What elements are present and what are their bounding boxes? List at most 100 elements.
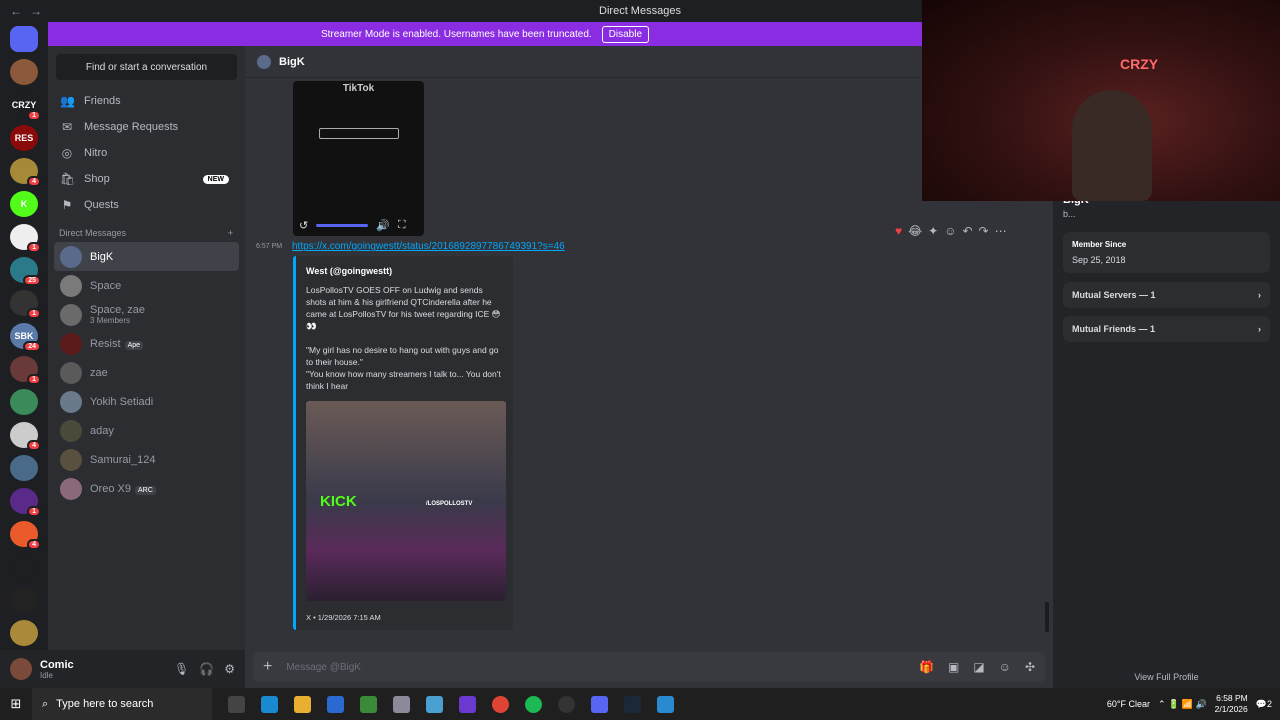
dm-item[interactable]: Yokih Setiadi <box>54 387 239 416</box>
calculator-icon[interactable] <box>360 695 377 713</box>
nav-quests[interactable]: ⚑ Quests <box>48 192 245 218</box>
dm-item[interactable]: BigK <box>54 242 239 271</box>
clock-time: 6:58 PM <box>1216 693 1248 703</box>
discord-icon[interactable] <box>591 695 608 713</box>
dm-item[interactable]: Samurai_124 <box>54 445 239 474</box>
forward-icon[interactable]: ↷ <box>979 224 989 238</box>
embed-image[interactable]: KICK /LOSPOLLOSTV <box>306 401 506 601</box>
dm-item[interactable]: aday <box>54 416 239 445</box>
heart-reaction-icon[interactable]: ♥ <box>895 224 902 238</box>
chrome-icon[interactable] <box>492 695 509 713</box>
mutual-servers-row[interactable]: Mutual Servers — 1 › <box>1063 282 1270 308</box>
gif-icon[interactable]: ▣ <box>948 660 959 674</box>
apps-icon[interactable]: ✣ <box>1025 660 1035 674</box>
spotify-icon[interactable] <box>525 695 542 713</box>
gift-icon[interactable]: 🎁 <box>919 660 934 674</box>
weather[interactable]: 60°F Clear <box>1107 699 1150 709</box>
add-attachment-icon[interactable]: + <box>263 658 272 676</box>
disable-button[interactable]: Disable <box>601 25 650 43</box>
tray-icons[interactable]: ⌃ 🔋 📶 🔊 <box>1158 699 1207 710</box>
app-icon[interactable] <box>426 695 443 713</box>
scrollbar[interactable] <box>1045 602 1049 632</box>
server-18-icon[interactable] <box>10 620 38 646</box>
dm-item[interactable]: Resist Ape <box>54 329 239 358</box>
embed-author[interactable]: West (@goingwestt) <box>306 266 503 276</box>
search-conversation-input[interactable]: Find or start a conversation <box>56 54 237 80</box>
view-full-profile-link[interactable]: View Full Profile <box>1053 672 1280 682</box>
app-icon[interactable] <box>558 695 575 713</box>
server-17-icon[interactable] <box>10 587 38 613</box>
avatar[interactable] <box>10 658 32 680</box>
avatar <box>60 332 82 355</box>
reply-icon[interactable]: ↶ <box>962 224 972 238</box>
app-icon[interactable] <box>327 695 344 713</box>
server-label: RES <box>14 133 34 143</box>
nav-friends[interactable]: 👥 Friends <box>48 88 245 114</box>
laugh-reaction-icon[interactable]: 😂 <box>908 224 922 238</box>
server-16-icon[interactable] <box>10 554 38 580</box>
message-link[interactable]: https://x.com/goingwestt/status/20168928… <box>292 241 565 252</box>
app-icon[interactable] <box>657 695 674 713</box>
dm-item[interactable]: Oreo X9 ARC <box>54 474 239 503</box>
gear-icon[interactable]: ⚙ <box>224 662 235 676</box>
add-reaction-icon[interactable]: ☺ <box>944 224 956 238</box>
server-14-icon[interactable]: 1 <box>10 488 41 517</box>
message-composer[interactable]: + Message @BigK 🎁 ▣ ◪ ☺ ✣ <box>253 652 1045 682</box>
replay-icon[interactable]: ↺ <box>299 219 308 232</box>
taskbar-search[interactable]: ⌕ Type here to search <box>32 688 212 720</box>
dm-name: Space, zae <box>90 304 146 316</box>
server-10-icon[interactable]: 1 <box>10 356 41 385</box>
dm-item[interactable]: Space <box>54 271 239 300</box>
server-4-icon[interactable]: 4 <box>10 158 41 187</box>
nav-icon: 🛍 <box>60 172 76 186</box>
microphone-icon[interactable]: 🎙 <box>174 662 189 676</box>
server-11-icon[interactable] <box>10 389 38 415</box>
windows-start-icon[interactable]: ⊞ <box>0 696 32 712</box>
message-input[interactable]: Message @BigK <box>286 662 361 673</box>
server-1-icon[interactable] <box>10 59 38 85</box>
emoji-icon[interactable]: ☺ <box>999 660 1011 674</box>
server-res-icon[interactable]: RES <box>10 125 38 151</box>
volume-icon[interactable]: 🔊 <box>376 219 390 232</box>
server-sbk-icon[interactable]: SBK 24 <box>10 323 41 352</box>
server-12-icon[interactable]: 4 <box>10 422 41 451</box>
neon-sign: CRZY <box>1120 56 1159 72</box>
progress-bar[interactable] <box>316 223 369 227</box>
nav-nitro[interactable]: ◎ Nitro <box>48 140 245 166</box>
fullscreen-icon[interactable]: ⛶ <box>398 219 406 232</box>
sticker-icon[interactable]: ◪ <box>973 660 984 674</box>
server-13-icon[interactable] <box>10 455 38 481</box>
server-label: CRZY <box>11 100 37 110</box>
server-6-icon[interactable]: 1 <box>10 224 41 253</box>
reaction-icon[interactable]: ✦ <box>928 224 938 238</box>
clock[interactable]: 6:58 PM 2/1/2026 <box>1215 693 1248 715</box>
more-icon[interactable]: ⋯ <box>995 224 1007 238</box>
avatar <box>60 477 82 500</box>
server-7-icon[interactable]: 25 <box>10 257 41 286</box>
nav-shop[interactable]: 🛍 Shop NEW <box>48 166 245 192</box>
server-k-icon[interactable]: K <box>10 191 38 217</box>
server-crzy-icon[interactable]: CRZY 1 <box>10 92 41 121</box>
nav-icon: ✉ <box>61 120 73 134</box>
nav-message-requests[interactable]: ✉ Message Requests <box>48 114 245 140</box>
server-8-icon[interactable]: 1 <box>10 290 41 319</box>
discord-home-icon[interactable] <box>10 26 38 52</box>
username: Comic <box>40 658 74 671</box>
task-view-icon[interactable] <box>228 695 245 713</box>
headset-icon[interactable]: 🎧 <box>199 662 214 676</box>
app-icon[interactable] <box>393 695 410 713</box>
notification-icon[interactable]: 💬2 <box>1256 699 1272 710</box>
dm-item[interactable]: zae <box>54 358 239 387</box>
app-icon[interactable] <box>459 695 476 713</box>
edge-icon[interactable] <box>261 695 278 713</box>
steam-icon[interactable] <box>624 695 641 713</box>
create-dm-icon[interactable]: + <box>228 228 233 238</box>
avatar <box>60 303 82 326</box>
chat-recipient: BigK <box>279 55 305 68</box>
dm-item[interactable]: Space, zae 3 Members <box>54 300 239 329</box>
mutual-friends-row[interactable]: Mutual Friends — 1 › <box>1063 316 1270 342</box>
unread-badge: 1 <box>27 242 41 253</box>
file-explorer-icon[interactable] <box>294 695 311 713</box>
video-embed[interactable]: TikTok ↺ 🔊 ⛶ <box>293 81 424 236</box>
server-15-icon[interactable]: 4 <box>10 521 41 550</box>
